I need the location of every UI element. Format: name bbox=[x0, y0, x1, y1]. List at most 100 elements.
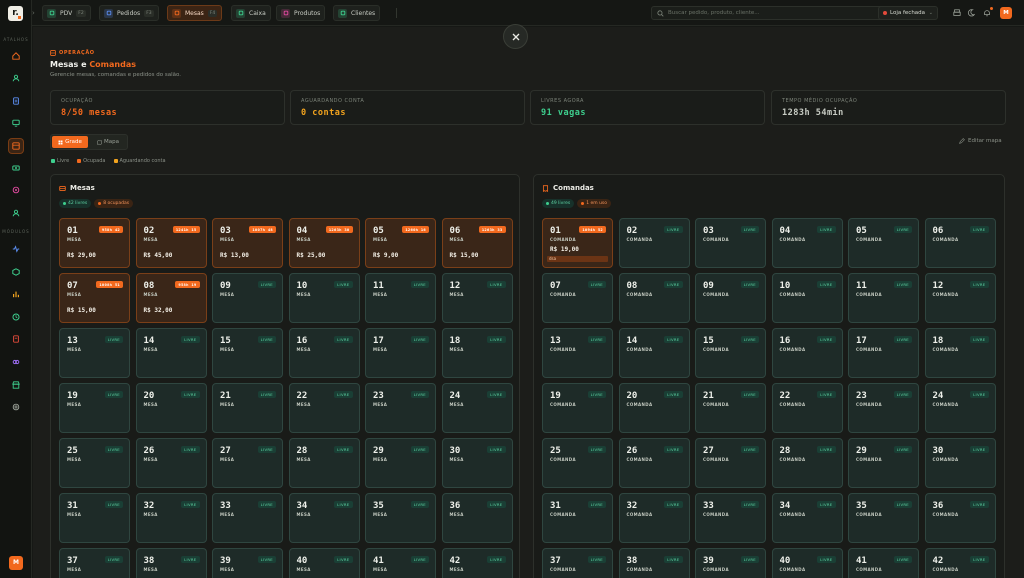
tab-card[interactable]: 29 COMANDA LIVRE bbox=[848, 438, 919, 488]
table-card[interactable]: 14 MESA LIVRE bbox=[135, 328, 207, 378]
edit-map-button[interactable]: Editar mapa bbox=[959, 138, 1002, 144]
tab-mesas[interactable]: Mesas F4 bbox=[167, 5, 223, 21]
tab-card[interactable]: 18 COMANDA LIVRE bbox=[924, 328, 996, 378]
rail-item-clock[interactable] bbox=[9, 310, 23, 324]
tab-produtos[interactable]: Produtos bbox=[276, 5, 326, 21]
tab-card[interactable]: 22 COMANDA LIVRE bbox=[771, 383, 843, 433]
tab-card[interactable]: 36 COMANDA LIVRE bbox=[924, 493, 996, 543]
table-card[interactable]: 19 MESA LIVRE bbox=[59, 383, 130, 433]
table-card[interactable]: 33 MESA LIVRE bbox=[212, 493, 283, 543]
rail-item-cube[interactable] bbox=[9, 265, 23, 279]
tab-card[interactable]: 25 COMANDA LIVRE bbox=[542, 438, 613, 488]
table-card[interactable]: 42 MESA LIVRE bbox=[441, 548, 513, 578]
rail-item-cash[interactable] bbox=[9, 161, 23, 175]
rail-item-chart[interactable] bbox=[9, 287, 23, 301]
table-card[interactable]: 16 MESA LIVRE bbox=[288, 328, 360, 378]
tab-card[interactable]: 27 COMANDA LIVRE bbox=[695, 438, 766, 488]
table-card[interactable]: 28 MESA LIVRE bbox=[288, 438, 360, 488]
table-card[interactable]: 41 MESA LIVRE bbox=[365, 548, 436, 578]
table-card[interactable]: 39 MESA LIVRE bbox=[212, 548, 283, 578]
tab-card[interactable]: 17 COMANDA LIVRE bbox=[848, 328, 919, 378]
rail-item-store[interactable] bbox=[9, 378, 23, 392]
table-card[interactable]: 08 MESA 958h 19 R$ 32,00 bbox=[135, 273, 207, 323]
table-card[interactable]: 25 MESA LIVRE bbox=[59, 438, 130, 488]
table-card[interactable]: 26 MESA LIVRE bbox=[135, 438, 207, 488]
tab-card[interactable]: 38 COMANDA LIVRE bbox=[618, 548, 690, 578]
tab-card[interactable]: 21 COMANDA LIVRE bbox=[695, 383, 766, 433]
store-status-select[interactable]: Loja fechada ⌄ bbox=[878, 6, 938, 20]
rail-item-products[interactable] bbox=[9, 183, 23, 197]
table-card[interactable]: 15 MESA LIVRE bbox=[212, 328, 283, 378]
table-card[interactable]: 35 MESA LIVRE bbox=[365, 493, 436, 543]
tab-card[interactable]: 04 COMANDA LIVRE bbox=[771, 218, 843, 268]
tab-card[interactable]: 03 COMANDA LIVRE bbox=[695, 218, 766, 268]
app-logo[interactable]: r. bbox=[8, 6, 23, 21]
rail-item-users[interactable] bbox=[9, 71, 23, 85]
table-card[interactable]: 12 MESA LIVRE bbox=[441, 273, 513, 323]
tab-card[interactable]: 35 COMANDA LIVRE bbox=[848, 493, 919, 543]
tab-pdv[interactable]: PDV F2 bbox=[42, 5, 91, 21]
rail-item-tables[interactable] bbox=[9, 138, 23, 153]
user-avatar[interactable]: M bbox=[1000, 7, 1012, 19]
table-card[interactable]: 21 MESA LIVRE bbox=[212, 383, 283, 433]
tab-card[interactable]: 12 COMANDA LIVRE bbox=[924, 273, 996, 323]
tab-card[interactable]: 01 COMANDA 1094h 52 R$ 19,00 dsa bbox=[542, 218, 613, 268]
tab-card[interactable]: 28 COMANDA LIVRE bbox=[771, 438, 843, 488]
tab-card[interactable]: 08 COMANDA LIVRE bbox=[618, 273, 690, 323]
table-card[interactable]: 09 MESA LIVRE bbox=[212, 273, 283, 323]
table-card[interactable]: 27 MESA LIVRE bbox=[212, 438, 283, 488]
table-card[interactable]: 06 MESA 1263h 33 R$ 15,00 bbox=[441, 218, 513, 268]
printer-icon[interactable] bbox=[952, 8, 962, 18]
table-card[interactable]: 32 MESA LIVRE bbox=[135, 493, 207, 543]
rail-item-clients[interactable] bbox=[9, 206, 23, 220]
tab-caixa[interactable]: Caixa bbox=[231, 5, 271, 21]
tab-card[interactable]: 16 COMANDA LIVRE bbox=[771, 328, 843, 378]
tab-card[interactable]: 41 COMANDA LIVRE bbox=[848, 548, 919, 578]
table-card[interactable]: 10 MESA LIVRE bbox=[288, 273, 360, 323]
tab-card[interactable]: 30 COMANDA LIVRE bbox=[924, 438, 996, 488]
table-card[interactable]: 23 MESA LIVRE bbox=[365, 383, 436, 433]
table-card[interactable]: 11 MESA LIVRE bbox=[365, 273, 436, 323]
rail-item-settings[interactable] bbox=[9, 400, 23, 414]
table-card[interactable]: 20 MESA LIVRE bbox=[135, 383, 207, 433]
rail-item-link[interactable] bbox=[9, 355, 23, 369]
tab-card[interactable]: 13 COMANDA LIVRE bbox=[542, 328, 613, 378]
tab-card[interactable]: 15 COMANDA LIVRE bbox=[695, 328, 766, 378]
table-card[interactable]: 31 MESA LIVRE bbox=[59, 493, 130, 543]
tab-card[interactable]: 11 COMANDA LIVRE bbox=[848, 273, 919, 323]
table-card[interactable]: 40 MESA LIVRE bbox=[288, 548, 360, 578]
tab-card[interactable]: 20 COMANDA LIVRE bbox=[618, 383, 690, 433]
tab-card[interactable]: 34 COMANDA LIVRE bbox=[771, 493, 843, 543]
table-card[interactable]: 30 MESA LIVRE bbox=[441, 438, 513, 488]
tab-card[interactable]: 05 COMANDA LIVRE bbox=[848, 218, 919, 268]
table-card[interactable]: 01 MESA 958h 42 R$ 29,00 bbox=[59, 218, 130, 268]
tab-card[interactable]: 14 COMANDA LIVRE bbox=[618, 328, 690, 378]
table-card[interactable]: 37 MESA LIVRE bbox=[59, 548, 130, 578]
tab-card[interactable]: 10 COMANDA LIVRE bbox=[771, 273, 843, 323]
tab-card[interactable]: 37 COMANDA LIVRE bbox=[542, 548, 613, 578]
tab-card[interactable]: 23 COMANDA LIVRE bbox=[848, 383, 919, 433]
rail-item-home[interactable] bbox=[9, 49, 23, 63]
table-card[interactable]: 17 MESA LIVRE bbox=[365, 328, 436, 378]
tab-card[interactable]: 07 COMANDA LIVRE bbox=[542, 273, 613, 323]
tab-card[interactable]: 02 COMANDA LIVRE bbox=[618, 218, 690, 268]
tab-card[interactable]: 06 COMANDA LIVRE bbox=[924, 218, 996, 268]
rail-item-orders[interactable] bbox=[9, 94, 23, 108]
rail-user-avatar[interactable]: M bbox=[9, 556, 23, 570]
table-card[interactable]: 24 MESA LIVRE bbox=[441, 383, 513, 433]
table-card[interactable]: 22 MESA LIVRE bbox=[288, 383, 360, 433]
tab-card[interactable]: 39 COMANDA LIVRE bbox=[695, 548, 766, 578]
tab-pedidos[interactable]: Pedidos F3 bbox=[99, 5, 159, 21]
table-card[interactable]: 34 MESA LIVRE bbox=[288, 493, 360, 543]
rail-item-pdv[interactable] bbox=[9, 116, 23, 130]
tab-card[interactable]: 40 COMANDA LIVRE bbox=[771, 548, 843, 578]
table-card[interactable]: 18 MESA LIVRE bbox=[441, 328, 513, 378]
table-card[interactable]: 04 MESA 1263h 30 R$ 25,00 bbox=[288, 218, 360, 268]
rail-item-doc[interactable] bbox=[9, 332, 23, 346]
tab-card[interactable]: 32 COMANDA LIVRE bbox=[618, 493, 690, 543]
tab-card[interactable]: 33 COMANDA LIVRE bbox=[695, 493, 766, 543]
table-card[interactable]: 03 MESA 1007h 48 R$ 13,00 bbox=[212, 218, 283, 268]
table-card[interactable]: 07 MESA 1008h 51 R$ 15,00 bbox=[59, 273, 130, 323]
moon-icon[interactable] bbox=[966, 8, 976, 18]
table-card[interactable]: 02 MESA 1241h 15 R$ 45,00 bbox=[135, 218, 207, 268]
